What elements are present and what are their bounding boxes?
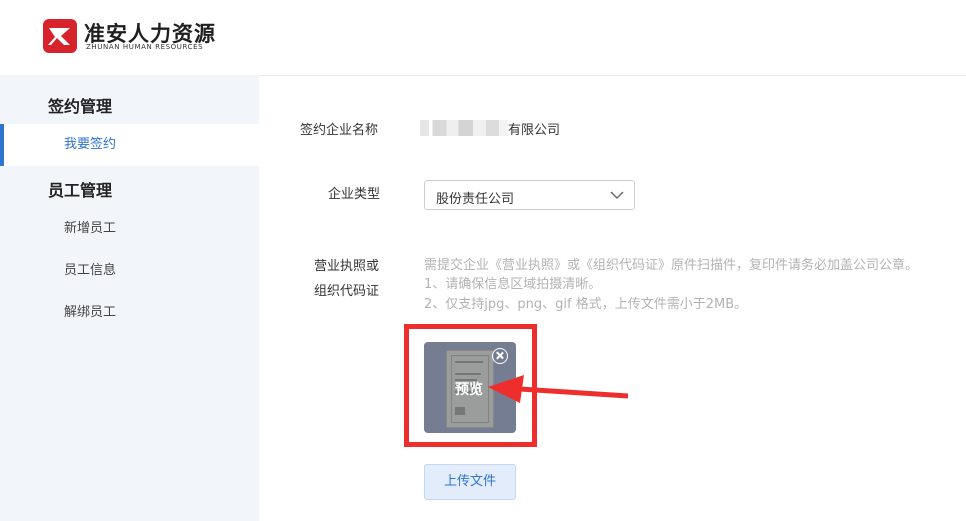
red-arrow-icon [488, 375, 629, 403]
nav-item-label: 员工信息 [64, 263, 117, 278]
nav-item-label: 解绑员工 [64, 305, 117, 320]
company-name-label: 签约企业名称 [300, 123, 379, 138]
nav-group-signing: 签约管理 [48, 97, 113, 116]
license-label-line2: 组织代码证 [314, 284, 380, 299]
company-name-value: 有限公司 [508, 123, 561, 138]
upload-hint-main: 需提交企业《营业执照》或《组织代码证》原件扫描件，复印件请务必加盖公司公章。 [424, 258, 919, 273]
chevron-down-icon [610, 191, 624, 199]
company-name-redacted [420, 120, 508, 136]
company-type-label: 企业类型 [328, 187, 381, 202]
nav-item-add-employee[interactable]: 新增员工 [0, 208, 259, 250]
brand-logo-icon [43, 19, 77, 53]
nav-item-label: 新增员工 [64, 221, 117, 236]
nav-item-sign-contract[interactable]: 我要签约 [0, 124, 259, 166]
nav-group-employees: 员工管理 [48, 181, 113, 200]
company-type-value: 股份责任公司 [436, 192, 515, 207]
license-label-line1: 营业执照或 [314, 259, 380, 274]
nav-item-unbind-employee[interactable]: 解绑员工 [0, 292, 259, 334]
company-type-select[interactable]: 股份责任公司 [424, 180, 635, 210]
upload-hint-1: 1、请确保信息区域拍摄清晰。 [424, 277, 602, 292]
sidebar: 准安人力资源 ZHUNAN HUMAN RESOURCES 签约管理 我要签约 … [0, 0, 259, 521]
logo-area: 准安人力资源 ZHUNAN HUMAN RESOURCES [0, 0, 259, 75]
upload-hint-2: 2、仅支持jpg、png、gif 格式，上传文件需小于2MB。 [424, 297, 748, 312]
nav-item-employee-info[interactable]: 员工信息 [0, 250, 259, 292]
brand-name-en: ZHUNAN HUMAN RESOURCES [86, 43, 204, 51]
close-circle-icon[interactable] [492, 348, 508, 364]
upload-file-button[interactable]: 上传文件 [424, 464, 516, 500]
header-divider [259, 75, 966, 76]
nav-item-label: 我要签约 [64, 137, 117, 152]
preview-button[interactable]: 预览 [455, 379, 483, 399]
